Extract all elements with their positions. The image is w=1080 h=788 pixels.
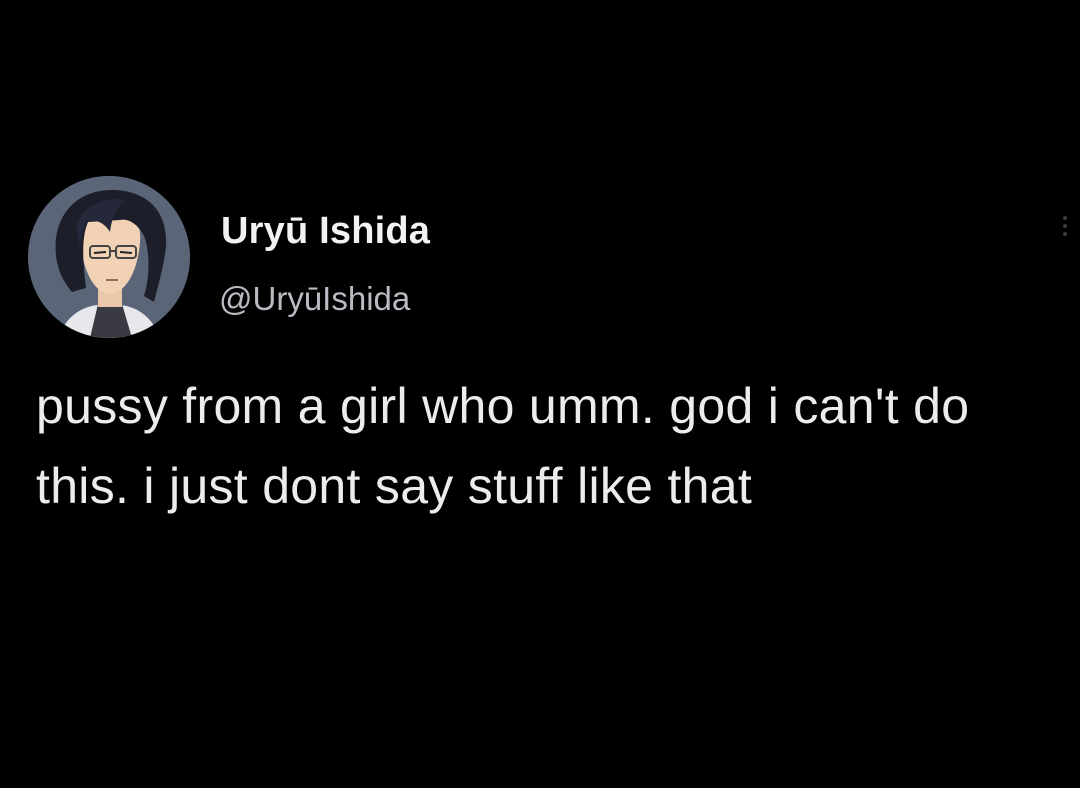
more-options-icon[interactable]: [1058, 212, 1072, 248]
user-handle[interactable]: @UryūIshida: [219, 280, 410, 318]
anime-character-avatar-icon: [28, 176, 190, 338]
display-name[interactable]: Uryū Ishida: [221, 210, 430, 253]
tweet-text: pussy from a girl who umm. god i can't d…: [36, 378, 970, 514]
avatar[interactable]: [28, 176, 190, 338]
tweet-card: Uryū Ishida @UryūIshida pussy from a gir…: [0, 0, 1080, 788]
more-dot: [1063, 216, 1067, 220]
more-dot: [1063, 224, 1067, 228]
more-dot: [1063, 232, 1067, 236]
